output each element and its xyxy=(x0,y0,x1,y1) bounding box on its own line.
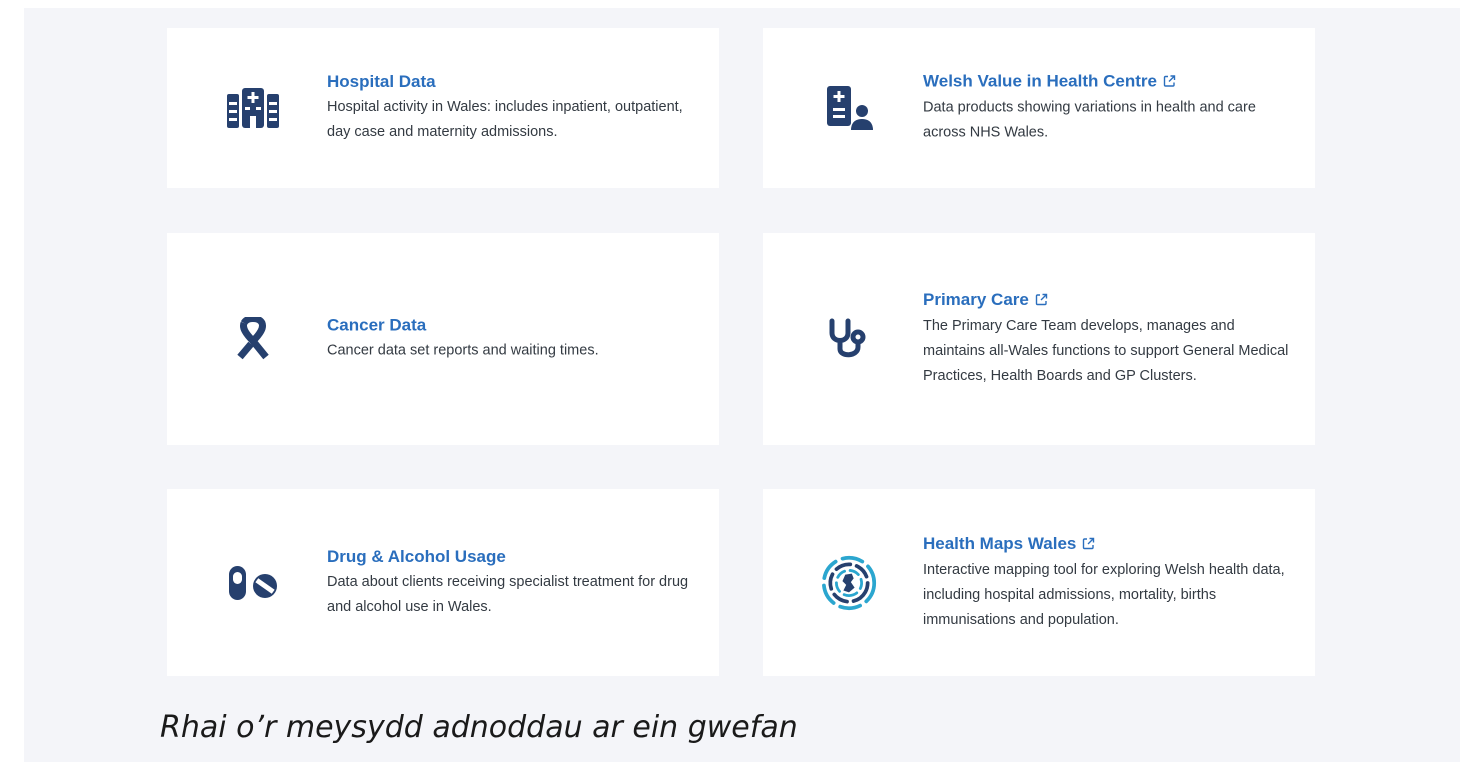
card-description: Hospital activity in Wales: includes inp… xyxy=(327,99,683,140)
external-link-icon xyxy=(1163,72,1176,94)
image-caption: Rhai o’r meysydd adnoddau ar ein gwefan xyxy=(160,710,798,745)
resource-card-primary-care[interactable]: Primary Care The Primary Care Team devel… xyxy=(763,233,1315,445)
resource-card-hospital-data[interactable]: Hospital Data Hospital activity in Wales… xyxy=(167,28,719,188)
card-title-link[interactable]: Cancer Data xyxy=(327,315,426,337)
stethoscope-icon xyxy=(821,311,877,367)
card-title-link[interactable]: Primary Care xyxy=(923,289,1048,312)
card-description: Interactive mapping tool for exploring W… xyxy=(923,561,1285,628)
medical-record-person-icon xyxy=(821,80,877,136)
card-description: The Primary Care Team develops, manages … xyxy=(923,318,1289,384)
card-title-link[interactable]: Hospital Data xyxy=(327,71,436,93)
resource-card-health-maps-wales[interactable]: Health Maps Wales Interactive mapping to… xyxy=(763,489,1315,676)
resource-card-welsh-value-in-health-centre[interactable]: Welsh Value in Health Centre Data produc… xyxy=(763,28,1315,188)
card-title-text: Primary Care xyxy=(923,290,1029,309)
cancer-ribbon-icon xyxy=(225,311,281,367)
card-description: Data products showing variations in heal… xyxy=(923,99,1256,141)
card-title-text: Welsh Value in Health Centre xyxy=(923,71,1157,91)
card-title-link[interactable]: Welsh Value in Health Centre xyxy=(923,71,1176,94)
card-title-link[interactable]: Drug & Alcohol Usage xyxy=(327,546,506,568)
external-link-icon xyxy=(1035,290,1048,312)
card-title-link[interactable]: Health Maps Wales xyxy=(923,533,1095,556)
card-title-text: Health Maps Wales xyxy=(923,533,1077,553)
hospital-icon xyxy=(225,80,281,136)
card-description: Cancer data set reports and waiting time… xyxy=(327,342,599,359)
resource-card-drug-alcohol-usage[interactable]: Drug & Alcohol Usage Data about clients … xyxy=(167,489,719,676)
card-description: Data about clients receiving specialist … xyxy=(327,573,689,615)
pills-icon xyxy=(225,555,281,611)
health-maps-wales-logo-icon xyxy=(821,555,877,611)
resource-card-cancer-data[interactable]: Cancer Data Cancer data set reports and … xyxy=(167,233,719,445)
external-link-icon xyxy=(1082,534,1095,556)
